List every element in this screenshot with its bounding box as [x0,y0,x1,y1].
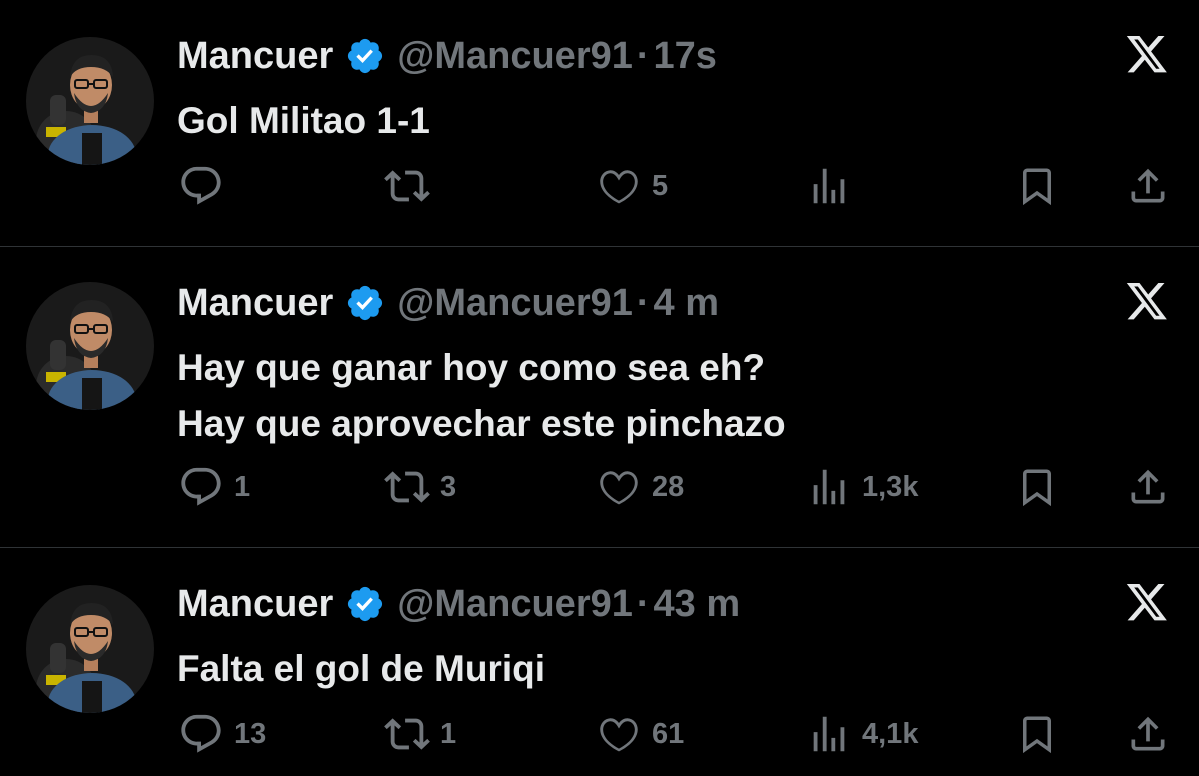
views-count: 4,1k [862,717,919,750]
tweet-header: Mancuer @Mancuer91 · 17s [177,34,717,78]
separator-dot: · [636,35,650,77]
heart-icon [596,711,642,757]
verified-badge-icon [345,584,385,624]
retweet-count: 1 [440,717,457,750]
tweet-timestamp[interactable]: 17s [654,34,717,78]
tweet-text-line: Gol Militao 1-1 [177,100,430,141]
reply-button[interactable]: 13 [178,710,266,758]
retweet-button[interactable] [384,162,440,210]
reply-icon [178,464,224,510]
verified-badge-icon [345,36,385,76]
retweet-icon [384,163,430,209]
share-button[interactable] [1126,710,1170,758]
x-logo-icon [1125,36,1169,76]
bookmark-icon [1016,711,1058,757]
reply-icon [178,163,224,209]
share-icon [1126,163,1170,209]
tweet-3[interactable]: Mancuer @Mancuer91 · 43 m Falta el gol d… [0,548,1199,776]
tweet-text: Hay que ganar hoy como sea eh? Hay que a… [177,340,786,452]
avatar[interactable] [26,282,154,410]
heart-icon [596,163,642,209]
reply-count: 13 [234,717,267,750]
tweet-2[interactable]: Mancuer @Mancuer91 · 4 m Hay que ganar h… [0,247,1199,547]
bookmark-button[interactable] [1016,710,1058,758]
like-button[interactable]: 61 [596,710,684,758]
bookmark-button[interactable] [1016,463,1058,511]
retweet-icon [384,464,430,510]
tweet-actions: 1 3 28 1,3k [0,463,1199,511]
tweet-actions: 13 1 61 4,1k [0,710,1199,758]
retweet-count: 3 [440,470,457,503]
avatar[interactable] [26,37,154,165]
views-count: 1,3k [862,470,919,503]
x-logo-icon [1125,283,1169,323]
bookmark-icon [1016,163,1058,209]
like-button[interactable]: 28 [596,463,684,511]
tweet-1[interactable]: Mancuer @Mancuer91 · 17s Gol Militao 1-1 [0,0,1199,246]
reply-count: 1 [234,470,251,503]
author-name[interactable]: Mancuer [177,281,333,325]
author-handle[interactable]: @Mancuer91 [397,582,633,626]
tweet-text: Falta el gol de Muriqi [177,641,545,697]
views-button[interactable]: 4,1k [806,710,918,758]
bookmark-button[interactable] [1016,162,1058,210]
tweet-timestamp[interactable]: 43 m [654,582,741,626]
retweet-button[interactable]: 1 [384,710,456,758]
share-icon [1126,711,1170,757]
separator-dot: · [636,583,650,625]
heart-icon [596,464,642,510]
views-button[interactable] [806,162,862,210]
author-handle[interactable]: @Mancuer91 [397,281,633,325]
tweet-header: Mancuer @Mancuer91 · 43 m [177,582,740,626]
like-count: 61 [652,717,685,750]
share-button[interactable] [1126,162,1170,210]
views-chart-icon [806,464,852,510]
views-chart-icon [806,163,852,209]
separator-dot: · [636,282,650,324]
views-chart-icon [806,711,852,757]
tweet-header: Mancuer @Mancuer91 · 4 m [177,281,719,325]
share-icon [1126,464,1170,510]
retweet-icon [384,711,430,757]
share-button[interactable] [1126,463,1170,511]
tweet-actions: 5 [0,162,1199,210]
avatar[interactable] [26,585,154,713]
tweet-text-line: Hay que ganar hoy como sea eh? [177,347,766,388]
views-button[interactable]: 1,3k [806,463,918,511]
reply-button[interactable] [178,162,234,210]
tweet-text-line: Hay que aprovechar este pinchazo [177,403,786,444]
verified-badge-icon [345,283,385,323]
like-button[interactable]: 5 [596,162,668,210]
like-count: 5 [652,169,669,202]
retweet-button[interactable]: 3 [384,463,456,511]
tweet-timestamp[interactable]: 4 m [654,281,719,325]
author-handle[interactable]: @Mancuer91 [397,34,633,78]
author-name[interactable]: Mancuer [177,34,333,78]
tweet-text: Gol Militao 1-1 [177,93,430,149]
reply-button[interactable]: 1 [178,463,250,511]
author-name[interactable]: Mancuer [177,582,333,626]
bookmark-icon [1016,464,1058,510]
reply-icon [178,711,224,757]
like-count: 28 [652,470,685,503]
x-logo-icon [1125,584,1169,624]
tweet-text-line: Falta el gol de Muriqi [177,648,545,689]
